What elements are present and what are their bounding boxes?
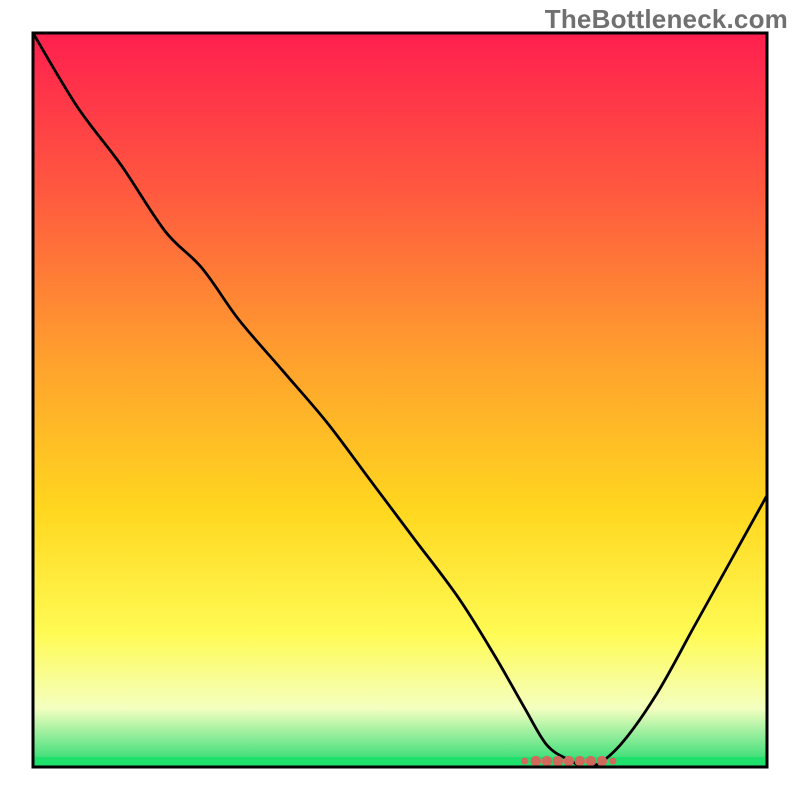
optimal-marker-dot [575, 756, 585, 766]
chart-svg [0, 0, 800, 800]
optimal-marker-dot [521, 758, 528, 765]
optimal-marker-dot [609, 758, 616, 765]
gradient-background [33, 33, 767, 767]
optimal-marker-dot [564, 756, 574, 766]
optimal-marker-dot [542, 756, 552, 766]
watermark-text: TheBottleneck.com [545, 4, 788, 35]
optimal-marker-dot [597, 756, 607, 766]
optimal-marker-dot [553, 756, 563, 766]
optimal-marker-dot [586, 756, 596, 766]
optimal-marker-dot [531, 756, 541, 766]
optimal-marker [521, 756, 616, 766]
